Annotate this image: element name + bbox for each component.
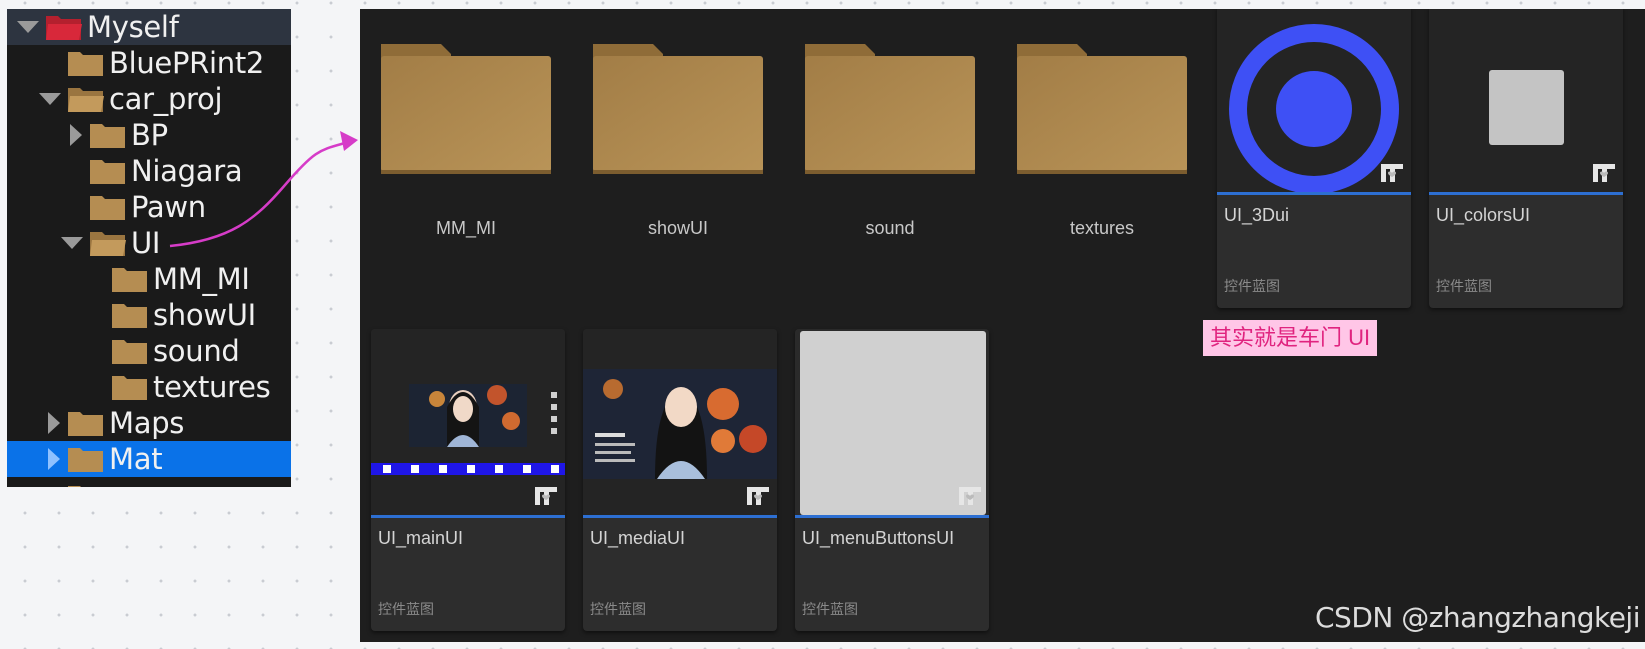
tree-item-label: Mat: [109, 442, 163, 476]
asset-name: UI_menuButtonsUI: [802, 528, 955, 548]
asset-name: UI_mainUI: [378, 528, 464, 548]
asset-card-ui-mediaui[interactable]: UI_mediaUI 控件蓝图: [583, 329, 777, 631]
watermark: CSDN @zhangzhangkeji: [1315, 601, 1640, 634]
folder-icon: [68, 486, 81, 487]
arrowhead-icon: [340, 131, 358, 151]
collapsed-arrow-icon[interactable]: [43, 448, 65, 470]
tree-item-mat[interactable]: Mat: [7, 441, 291, 477]
asset-card-ui-mainui[interactable]: UI_mainUI 控件蓝图: [371, 329, 565, 631]
asset-type-bar: [1217, 192, 1411, 195]
asset-card-ui-colorsui[interactable]: UI_colorsUI 控件蓝图: [1429, 9, 1623, 308]
widget-blueprint-icon: [1381, 164, 1403, 182]
folder-tile-mm-mi[interactable]: MM_MI: [379, 22, 569, 277]
folder-tile-showui[interactable]: showUI: [591, 22, 781, 277]
folder-name: sound: [865, 218, 915, 238]
tree-item-label: showUI: [153, 298, 256, 332]
tree-item-mm-mi[interactable]: MM_MI: [7, 261, 291, 297]
asset-thumbnail: [371, 329, 565, 515]
asset-type-bar: [1429, 192, 1623, 195]
asset-type: 控件蓝图: [1224, 278, 1280, 294]
folder-icon: [68, 412, 103, 436]
asset-type: 控件蓝图: [590, 601, 646, 617]
widget-blueprint-icon: [535, 487, 557, 505]
asset-type: 控件蓝图: [802, 601, 858, 617]
folder-name: textures: [1069, 218, 1135, 238]
folder-name: showUI: [647, 218, 709, 238]
folder-name: MM_MI: [436, 218, 496, 238]
tree-item-partial: [7, 479, 291, 487]
folder-icon: [112, 304, 147, 328]
asset-thumbnail: [1429, 9, 1623, 192]
asset-type-bar: [583, 515, 777, 518]
asset-type-bar: [795, 515, 989, 518]
folder-icon: [112, 340, 147, 364]
folder-icon: [593, 44, 763, 174]
asset-name: UI_mediaUI: [590, 528, 686, 548]
content-browser-panel: MM_MI showUI sound textures UI_3Dui 控件蓝图…: [360, 9, 1645, 642]
folder-icon: [381, 44, 551, 174]
asset-type-bar: [371, 515, 565, 518]
widget-blueprint-icon: [747, 487, 769, 505]
tree-item-label: sound: [153, 334, 240, 368]
tree-item-label: MM_MI: [153, 262, 250, 296]
asset-thumbnail: [795, 329, 989, 515]
tree-item-sound[interactable]: sound: [7, 333, 291, 369]
folder-icon: [112, 376, 147, 400]
folder-icon: [112, 268, 147, 292]
widget-blueprint-icon: [959, 487, 981, 505]
widget-blueprint-icon: [1593, 164, 1615, 182]
tree-item-label: Maps: [109, 406, 185, 440]
folder-tile-textures[interactable]: textures: [1015, 22, 1205, 277]
asset-card-ui-3dui[interactable]: UI_3Dui 控件蓝图: [1217, 9, 1411, 308]
folder-icon: [1017, 44, 1187, 174]
asset-type: 控件蓝图: [1436, 278, 1492, 294]
folder-icon: [805, 44, 975, 174]
folder-icon: [68, 448, 103, 472]
annotation-arrow: [169, 131, 358, 248]
tree-item-label: textures: [153, 370, 271, 404]
asset-card-ui-menubuttonsui[interactable]: UI_menuButtonsUI 控件蓝图: [795, 329, 989, 631]
folder-tile-sound[interactable]: sound: [803, 22, 993, 277]
annotation-label: 其实就是车门 UI: [1203, 320, 1378, 356]
asset-name: UI_3Dui: [1224, 205, 1290, 225]
asset-thumbnail: [583, 329, 777, 515]
asset-name: UI_colorsUI: [1436, 205, 1531, 225]
tree-item-maps[interactable]: Maps: [7, 405, 291, 441]
asset-type: 控件蓝图: [378, 601, 434, 617]
asset-thumbnail: [1217, 9, 1411, 194]
tree-item-showui[interactable]: showUI: [7, 297, 291, 333]
tree-item-textures[interactable]: textures: [7, 369, 291, 405]
collapsed-arrow-icon[interactable]: [43, 412, 65, 434]
